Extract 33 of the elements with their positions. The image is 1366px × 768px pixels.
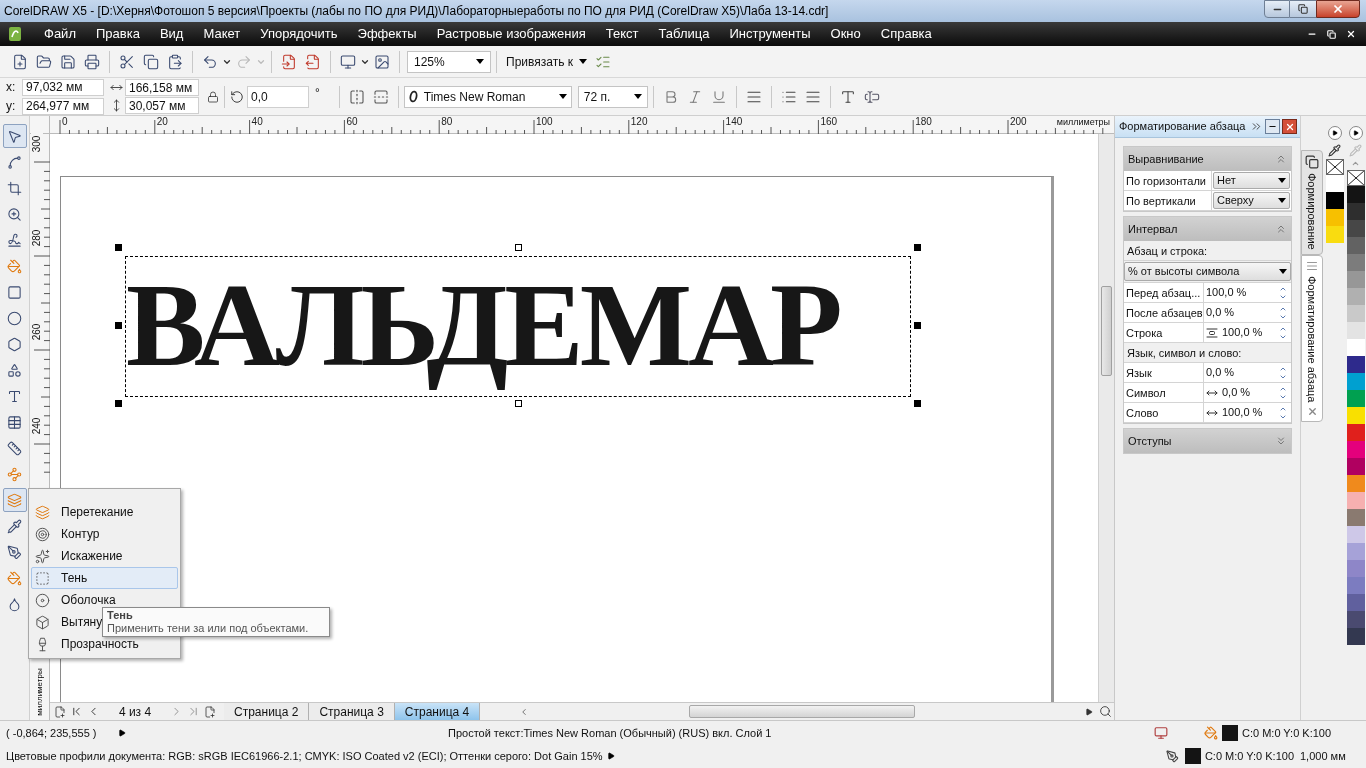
tooltip-text: Применить тени за или под объектами.: [107, 622, 310, 635]
object-info: Простой текст:Times New Roman (Обычный) (RUS) вкл. Слой 1: [448, 725, 772, 741]
field-label: После абзацев: [1124, 302, 1204, 323]
x-label: x:: [6, 79, 17, 96]
ruler-label: 100: [536, 116, 553, 128]
y-label: y:: [6, 98, 17, 115]
docker-title: Форматирование абзаца: [1119, 119, 1247, 135]
field-label: Слово: [1124, 402, 1204, 423]
ruler-label: 180: [915, 116, 932, 128]
field-label: Символ: [1124, 382, 1204, 403]
ruler-label: 80: [441, 116, 453, 128]
color-profiles: Цветовые профили документа: RGB: sRGB IEC61966-2.1; CMYK: ISO Coated v2 (ECI); Оттенки серого: Dot Gain 15%: [6, 748, 603, 764]
cursor-coordinates: ( -0,864; 235,555 ): [6, 725, 98, 741]
window-title: CorelDRAW X5 - [D:\Херня\Фотошоп 5 версия\Проекты (лабы по ПО для РИД)\Лабораторныеработы по ПО для РИД (CorelDraw X5)\Лаба 13-14.cdr]: [3, 3, 829, 20]
degree-label: °: [315, 84, 320, 102]
outline-width: 1,000 мм: [1300, 748, 1347, 764]
ruler-label: 0: [62, 116, 68, 128]
field-label: По вертикали: [1124, 191, 1212, 210]
field-label: Перед абзац...: [1124, 282, 1204, 303]
ruler-label: 60: [346, 116, 358, 128]
ruler-label: 200: [1010, 116, 1027, 128]
ruler-label: 140: [725, 116, 743, 128]
ruler-label: 120: [630, 116, 648, 128]
ruler-label: 20: [156, 116, 168, 128]
field-label: Строка: [1124, 322, 1204, 343]
ruler-label: 40: [251, 116, 263, 128]
tooltip-title: Тень: [107, 609, 134, 622]
outline-color-info: C:0 M:0 Y:0 K:100: [1204, 748, 1294, 764]
page-counter: 4 из 4: [117, 703, 153, 721]
fill-color-info: C:0 M:0 Y:0 K:100: [1242, 725, 1333, 741]
field-label: Язык: [1124, 362, 1204, 383]
field-label: По горизонтали: [1124, 171, 1212, 190]
ruler-label: 160: [820, 116, 838, 128]
